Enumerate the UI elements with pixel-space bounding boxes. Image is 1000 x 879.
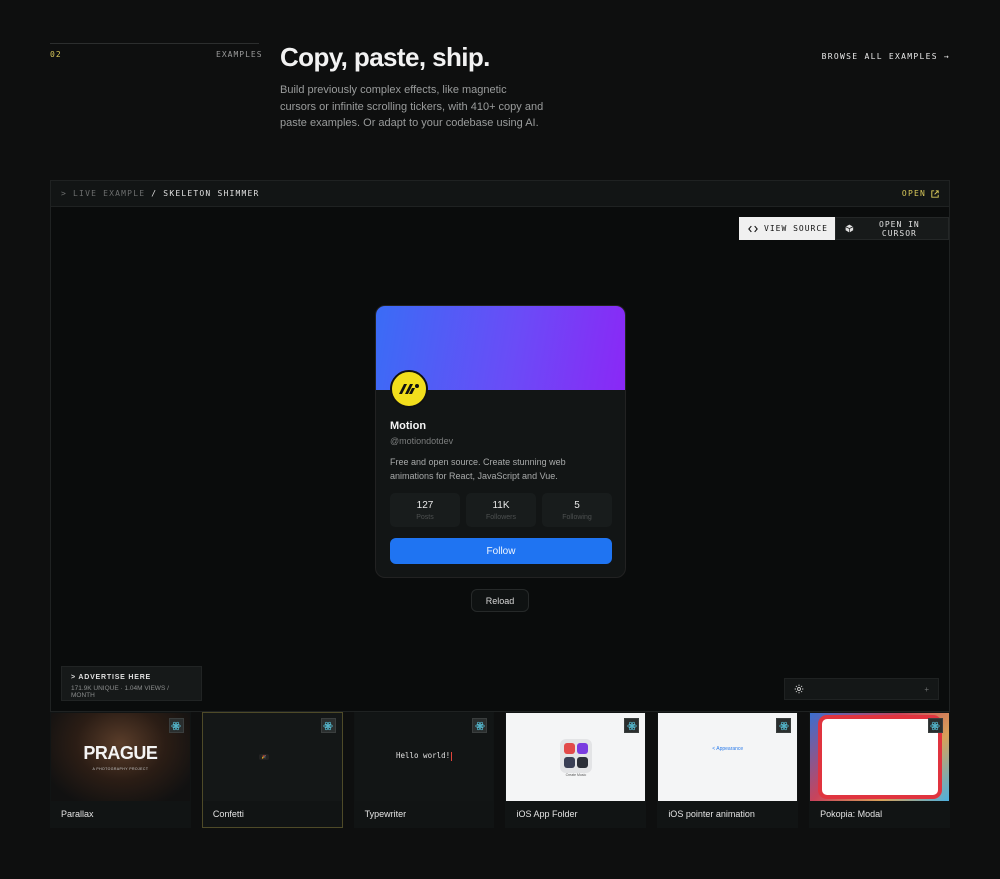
plus-icon: + [924,684,929,694]
thumbnail-label: Confetti [212,809,244,819]
confetti-mini-button: 🎉 [258,754,270,760]
open-label: OPEN [901,189,926,198]
live-example-panel: > LIVE EXAMPLE / SKELETON SHIMMER OPEN V… [50,180,950,712]
thumbnail-confetti[interactable]: 🎉 Confetti [201,712,343,828]
settings-control[interactable]: + [784,678,939,700]
stat-label: Posts [416,513,434,521]
code-icon [748,225,758,232]
react-icon [624,718,640,733]
react-icon [927,718,943,733]
avatar [390,370,428,408]
breadcrumb-prefix: > LIVE EXAMPLE [61,189,146,198]
stat-posts: 127 Posts [390,493,460,527]
section-label: EXAMPLES [216,50,263,59]
typewriter-text: Hello world! [395,751,451,760]
breadcrumb-separator: / [145,189,164,198]
folder-label: Create Music [565,773,587,777]
thumbnail-pokopia-modal[interactable]: Pokopia: Modal [809,712,950,828]
example-thumbnails: PRAGUE A PHOTOGRAPHY PROJECT Parallax 🎉 … [50,712,950,828]
motion-logo-icon [399,384,419,394]
text-caret [451,751,453,761]
breadcrumb-current: SKELETON SHIMMER [163,189,260,198]
react-icon [168,718,184,733]
app-folder-icon [560,739,593,773]
page-title: Copy, paste, ship. [280,42,490,72]
view-source-label: VIEW SOURCE [764,224,828,233]
follow-button[interactable]: Follow [390,538,612,564]
gear-icon [794,684,804,694]
modal-preview [818,715,943,799]
section-divider [50,43,259,44]
browse-all-examples-link[interactable]: BROWSE ALL EXAMPLES → [822,52,950,61]
open-example-link[interactable]: OPEN [902,189,939,198]
section-description: Build previously complex effects, like m… [280,84,544,129]
pointer-preview-text: < Appearance [712,746,744,752]
stat-label: Followers [486,513,516,521]
stat-value: 127 [416,499,434,511]
arrow-right-icon: → [943,52,950,61]
section-number: 02 [50,50,62,59]
thumbnail-ios-pointer-animation[interactable]: < Appearance iOS pointer animation [657,712,799,828]
thumbnail-label: Typewriter [364,809,407,819]
stat-value: 5 [574,499,580,511]
thumbnail-art-title: PRAGUE [83,743,158,763]
react-icon [320,718,336,733]
profile-name: Motion [390,420,427,432]
external-link-icon [931,189,939,198]
view-source-button[interactable]: VIEW SOURCE [739,217,837,240]
typewriter-preview: Hello world! [355,751,494,761]
thumbnail-typewriter[interactable]: Hello world! Typewriter [353,712,495,828]
profile-card: Motion @motiondotdev Free and open sourc… [375,305,626,578]
advertise-title: > ADVERTISE HERE [71,674,152,681]
react-icon [776,718,792,733]
thumbnail-label: Pokopia: Modal [820,809,883,819]
breadcrumb: > LIVE EXAMPLE / SKELETON SHIMMER [61,189,260,198]
stat-followers: 11K Followers [466,493,536,527]
profile-bio: Free and open source. Create stunning we… [390,457,566,481]
stat-value: 11K [492,499,510,511]
reload-button[interactable]: Reload [471,589,529,612]
thumbnail-label: iOS App Folder [516,809,578,819]
profile-stats: 127 Posts 11K Followers 5 Following [390,493,612,527]
thumbnail-label: iOS pointer animation [668,809,755,819]
advertise-here-link[interactable]: > ADVERTISE HERE 171.9K UNIQUE · 1.04M V… [61,666,202,701]
open-in-cursor-label: OPEN IN CURSOR [879,219,920,238]
browse-all-examples-label: BROWSE ALL EXAMPLES [821,52,938,61]
cursor-cube-icon [845,224,854,233]
open-in-cursor-button[interactable]: OPEN IN CURSOR [835,217,949,240]
thumbnail-parallax[interactable]: PRAGUE A PHOTOGRAPHY PROJECT Parallax [50,712,191,828]
profile-handle: @motiondotdev [390,436,454,446]
panel-toolbar: > LIVE EXAMPLE / SKELETON SHIMMER OPEN [51,181,949,207]
advertise-stats: 171.9K UNIQUE · 1.04M VIEWS / MONTH [71,685,169,699]
thumbnail-ios-app-folder[interactable]: Create Music iOS App Folder [505,712,647,828]
thumbnail-label: Parallax [61,809,94,819]
stat-following: 5 Following [542,493,612,527]
react-icon [472,718,488,733]
stat-label: Following [562,513,592,521]
thumbnail-art-subtitle: A PHOTOGRAPHY PROJECT [92,767,149,771]
